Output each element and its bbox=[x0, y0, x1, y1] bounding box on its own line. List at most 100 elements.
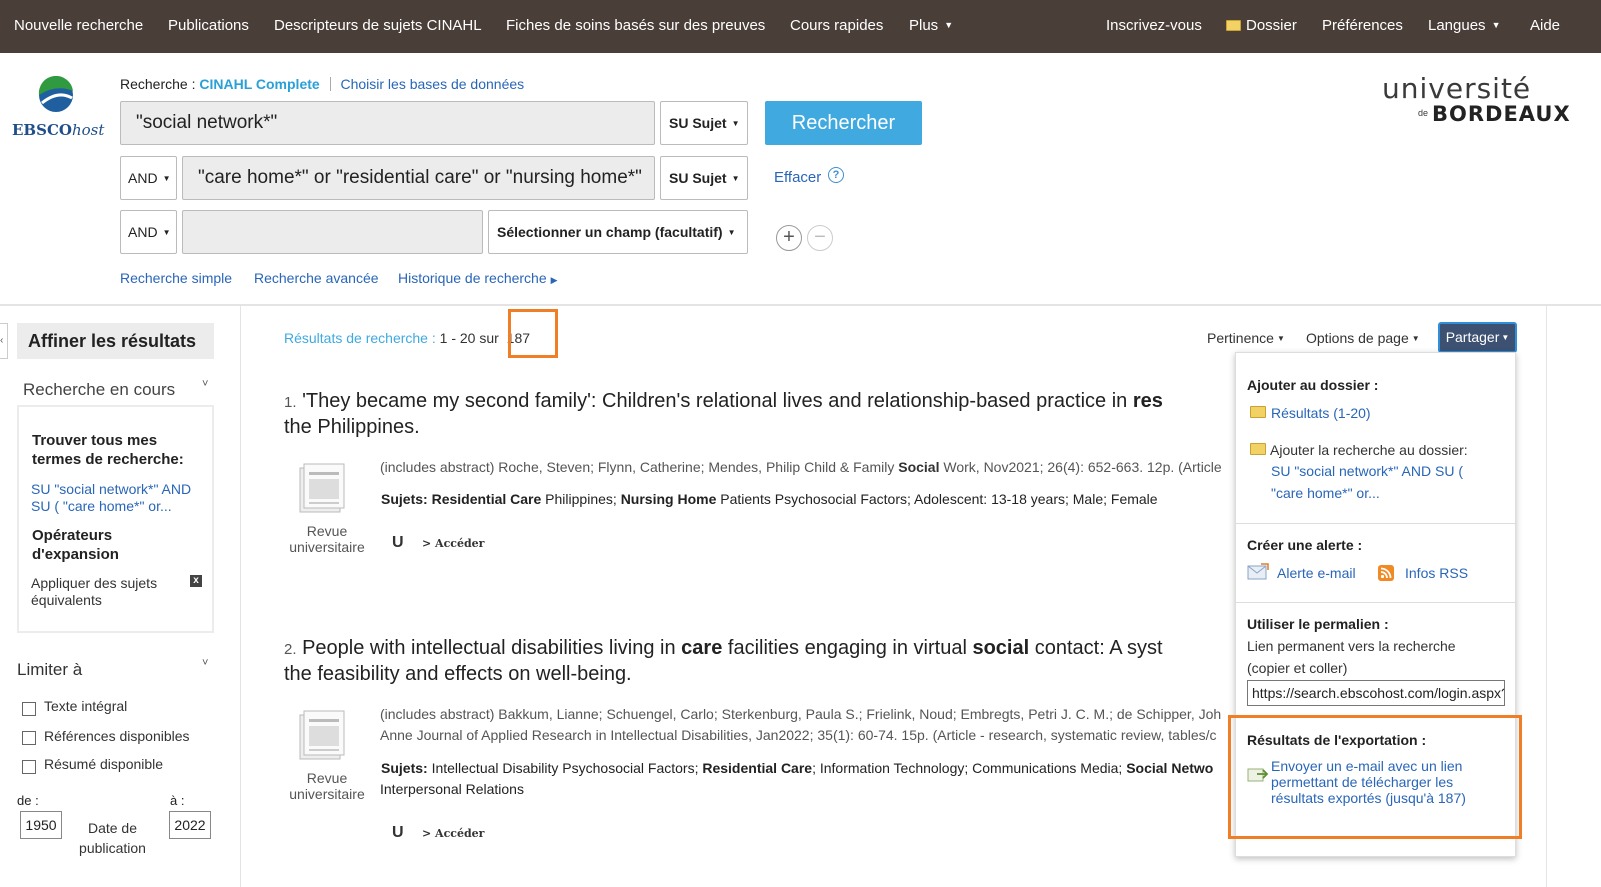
field-select-2[interactable]: SU Sujet ▼ bbox=[660, 156, 748, 200]
add-results-to-folder-link[interactable]: Résultats (1-20) bbox=[1271, 405, 1371, 421]
result-2-subject-1: Intellectual Disability Psychosocial Fac… bbox=[427, 760, 703, 776]
result-1-title-line2[interactable]: the Philippines. bbox=[284, 414, 1234, 440]
nav-languages[interactable]: Langues ▼ bbox=[1428, 17, 1500, 34]
collapse-sidebar-button[interactable]: ‹ bbox=[0, 323, 8, 359]
result-2-title[interactable]: 2. People with intellectual disabilities… bbox=[284, 635, 1234, 663]
search-button[interactable]: Rechercher bbox=[765, 101, 922, 145]
ebsco-logo[interactable]: EBSCOhost bbox=[12, 75, 104, 139]
search-history-label: Historique de recherche bbox=[398, 270, 547, 286]
highlight-box-export bbox=[1228, 715, 1522, 839]
academic-journal-icon[interactable] bbox=[296, 709, 348, 761]
nav-quick-lessons[interactable]: Cours rapides bbox=[790, 17, 883, 34]
academic-journal-icon[interactable] bbox=[296, 462, 348, 514]
add-search-to-folder-link-2[interactable]: "care home*" or... bbox=[1271, 485, 1380, 501]
result-1-meta-pre: (includes abstract) Roche, Steven; Flynn… bbox=[380, 459, 899, 475]
nav-evidence-sheets[interactable]: Fiches de soins basés sur des preuves bbox=[506, 17, 765, 34]
publication-date-label: Date de publication bbox=[79, 820, 146, 856]
result-1-subjects-label: Sujets: bbox=[381, 491, 428, 507]
field-select-2-label: SU Sujet bbox=[669, 170, 727, 186]
nav-cinahl-headings[interactable]: Descripteurs de sujets CINAHL bbox=[274, 17, 482, 34]
date-to-input[interactable]: 2022 bbox=[169, 811, 211, 839]
clear-link[interactable]: Effacer bbox=[774, 169, 821, 186]
search-input-1[interactable]: "social network*" bbox=[120, 101, 655, 145]
add-search-to-folder-link[interactable]: SU "social network*" AND SU ( bbox=[1271, 463, 1463, 479]
result-2-title-e: contact: A syst bbox=[1029, 637, 1163, 659]
university-logo-line1: université bbox=[1382, 72, 1532, 105]
nav-preferences[interactable]: Préférences bbox=[1322, 17, 1403, 34]
boolean-select-3[interactable]: AND ▼ bbox=[120, 210, 177, 254]
advanced-search-link[interactable]: Recherche avancée bbox=[254, 270, 379, 286]
nav-languages-label: Langues bbox=[1428, 17, 1486, 34]
permalink-heading: Utiliser le permalien : bbox=[1247, 616, 1389, 632]
result-2-subjects-line2: Interpersonal Relations bbox=[380, 781, 524, 797]
result-2-title-a: People with intellectual disabilities li… bbox=[302, 637, 682, 659]
caret-down-icon: ▼ bbox=[1501, 333, 1510, 342]
search-input-2[interactable]: "care home*" or "residential care" or "n… bbox=[182, 156, 655, 200]
references-checkbox[interactable] bbox=[22, 731, 36, 745]
nav-help[interactable]: Aide bbox=[1530, 17, 1560, 34]
folder-icon bbox=[1250, 443, 1266, 455]
nav-publications[interactable]: Publications bbox=[168, 17, 249, 34]
search-history-link[interactable]: Historique de recherche ▶ bbox=[398, 270, 558, 286]
references-label: Références disponibles bbox=[44, 728, 190, 744]
nav-sign-in[interactable]: Inscrivez-vous bbox=[1106, 17, 1202, 34]
results-range: 1 - 20 sur bbox=[439, 330, 499, 346]
result-1-title[interactable]: 1. 'They became my second family': Child… bbox=[284, 388, 1234, 416]
sort-relevance-dropdown[interactable]: Pertinence ▼ bbox=[1207, 330, 1285, 346]
result-2-title-b: care bbox=[681, 637, 723, 659]
chevron-down-icon[interactable]: ˅ bbox=[202, 657, 208, 669]
chevron-down-icon[interactable]: ˅ bbox=[202, 378, 208, 390]
caret-down-icon: ▼ bbox=[162, 228, 171, 237]
university-logo-de: de bbox=[1418, 108, 1429, 118]
field-select-3[interactable]: Sélectionner un champ (facultatif) ▼ bbox=[488, 210, 748, 254]
current-query-link[interactable]: SU "social network*" AND SU ( "care home… bbox=[31, 481, 206, 515]
library-u-icon[interactable]: U bbox=[392, 534, 404, 552]
add-row-icon[interactable]: + bbox=[776, 225, 802, 251]
page-options-dropdown[interactable]: Options de page ▼ bbox=[1306, 330, 1420, 346]
date-from-input[interactable]: 1950 bbox=[20, 811, 62, 839]
abstract-checkbox[interactable] bbox=[22, 760, 36, 774]
caret-down-icon: ▼ bbox=[162, 174, 171, 183]
current-search-box: Trouver tous mes termes de recherche: SU… bbox=[17, 405, 214, 633]
rss-feed-link[interactable]: Infos RSS bbox=[1405, 565, 1468, 581]
nav-folder[interactable]: Dossier bbox=[1226, 17, 1297, 34]
field-select-1[interactable]: SU Sujet ▼ bbox=[660, 101, 748, 145]
page-options-label: Options de page bbox=[1306, 330, 1409, 346]
permalink-input[interactable]: https://search.ebscohost.com/login.aspx?… bbox=[1247, 680, 1505, 706]
full-text-checkbox[interactable] bbox=[22, 702, 36, 716]
result-2-meta-line1: (includes abstract) Bakkum, Lianne; Schu… bbox=[380, 706, 1222, 722]
panel-separator bbox=[1236, 523, 1517, 524]
result-1-access-link[interactable]: > Accéder bbox=[422, 537, 484, 550]
email-alert-link[interactable]: Alerte e-mail bbox=[1277, 565, 1356, 581]
field-select-3-label: Sélectionner un champ (facultatif) bbox=[497, 224, 723, 240]
share-label: Partager bbox=[1445, 329, 1500, 345]
ebsco-logo-text: EBSCO bbox=[12, 121, 72, 139]
caret-down-icon: ▼ bbox=[1411, 334, 1420, 343]
nav-new-search[interactable]: Nouvelle recherche bbox=[14, 17, 143, 34]
highlight-box-total bbox=[508, 309, 558, 358]
search-input-3[interactable] bbox=[182, 210, 483, 254]
nav-more[interactable]: Plus ▼ bbox=[909, 17, 953, 34]
boolean-select-2[interactable]: AND ▼ bbox=[120, 156, 177, 200]
panel-separator bbox=[1236, 602, 1517, 603]
results-prefix: Résultats de recherche : bbox=[284, 330, 436, 346]
share-button[interactable]: Partager ▼ bbox=[1438, 322, 1517, 353]
result-2-title-c: facilities engaging in virtual bbox=[722, 637, 973, 659]
basic-search-link[interactable]: Recherche simple bbox=[120, 270, 232, 286]
current-search-heading[interactable]: Recherche en cours bbox=[23, 380, 175, 400]
result-1-doc-type: Revue universitaire bbox=[289, 523, 365, 555]
library-u-icon[interactable]: U bbox=[392, 824, 404, 842]
limit-to-heading[interactable]: Limiter à bbox=[17, 660, 82, 680]
choose-databases-link[interactable]: Choisir les bases de données bbox=[340, 76, 524, 92]
result-1-meta-post: Work, Nov2021; 26(4): 652-663. 12p. (Art… bbox=[939, 459, 1222, 475]
caret-right-icon: ▶ bbox=[550, 275, 558, 285]
result-2-access-link[interactable]: > Accéder bbox=[422, 827, 484, 840]
help-icon[interactable]: ? bbox=[828, 167, 844, 183]
result-1-meta-bold: Social bbox=[898, 459, 940, 475]
caret-down-icon: ▼ bbox=[727, 228, 736, 237]
result-2-subjects: Sujets: Intellectual Disability Psychoso… bbox=[381, 760, 1237, 776]
remove-expander-icon[interactable]: x bbox=[190, 575, 202, 587]
remove-row-icon[interactable]: − bbox=[807, 225, 833, 251]
university-logo-line2: BORDEAUX bbox=[1432, 102, 1571, 126]
result-2-title-line2[interactable]: the feasibility and effects on well-bein… bbox=[284, 661, 1234, 687]
